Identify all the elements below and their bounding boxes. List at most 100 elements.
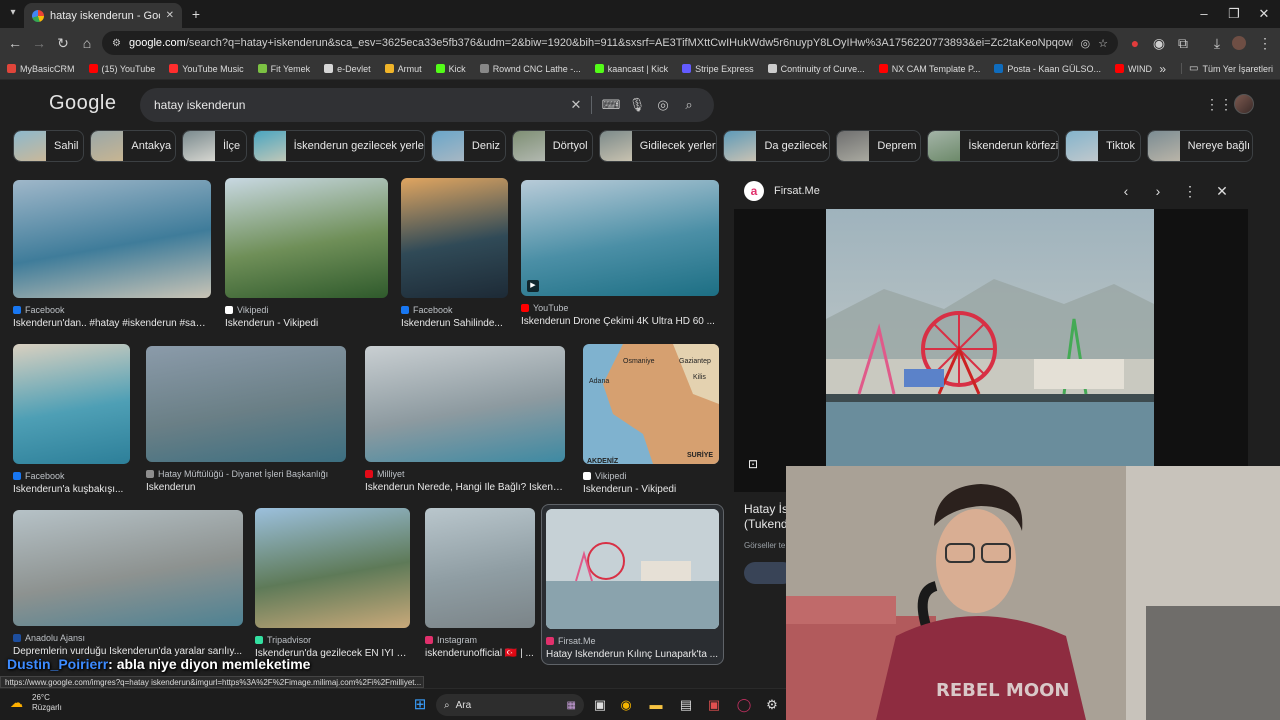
site-info-icon[interactable]: ⚙ [112,38,121,49]
result-thumbnail[interactable] [13,344,130,464]
result-thumbnail[interactable] [146,346,346,462]
result-thumbnail[interactable] [13,510,243,626]
back-icon[interactable]: ← [4,32,26,54]
result-source: YouTube [521,303,719,313]
app-ring-icon[interactable]: ◯ [734,695,754,715]
result-thumbnail[interactable] [13,180,211,298]
image-result[interactable]: Tripadvisor İskenderun'da gezilecek EN İY… [255,508,410,659]
windows-start-icon[interactable]: ⊞ [410,695,430,715]
bookmark-item[interactable]: kaancast | Kick [588,64,675,74]
result-thumbnail[interactable] [225,178,388,298]
bookmark-item[interactable]: Posta - Kaan GÜLSO... [987,64,1108,74]
result-thumbnail[interactable] [546,509,719,629]
forward-icon[interactable]: → [28,32,50,54]
account-avatar[interactable] [1234,94,1254,114]
result-thumbnail[interactable]: ▶ [521,180,719,296]
bookmark-item[interactable]: NX CAM Template P... [872,64,988,74]
result-title[interactable]: İskenderun [146,482,346,493]
preview-site-name[interactable]: Firsat.Me [774,185,820,197]
bookmark-item[interactable]: Kick [429,64,473,74]
bookmark-item[interactable]: Stripe Express [675,64,761,74]
svg-text:REBEL MOON: REBEL MOON [936,680,1070,701]
profile-icon[interactable] [1232,36,1246,50]
image-result[interactable]: Osmaniye Gaziantep Adana Kilis AKDENİZ SURİYE… [583,344,719,495]
image-result[interactable]: Firsat.Me Hatay İskenderun Kılınç Lunapar… [541,504,724,665]
result-title[interactable]: iskenderunofficial 🇹🇷 | ... [425,648,535,659]
download-icon[interactable]: ⤓ [1206,32,1228,54]
result-thumbnail[interactable]: Osmaniye Gaziantep Adana Kilis AKDENİZ SURİYE [583,344,719,464]
result-title[interactable]: Hatay İskenderun Kılınç Lunapark'ta ... [546,649,719,660]
search-highlight-icon: ▦ [566,699,576,711]
result-title[interactable]: İskenderun - Vikipedi [225,318,388,329]
chrome-icon[interactable]: ◉ [616,695,636,715]
weather-widget[interactable]: ☁ 26°C Rüzgarlı [10,693,62,713]
result-title[interactable]: İskenderun Nerede, Hangi İle Bağlı? İske… [365,482,565,493]
related-chip[interactable]: Da gezilecek [723,130,831,162]
browser-tab[interactable]: hatay iskenderun - Google'da Ara ✕ [24,3,182,28]
bookmark-star-icon[interactable]: ☆ [1098,37,1108,50]
image-result[interactable]: Vikipedi İskenderun - Vikipedi [225,178,388,329]
image-result[interactable]: Facebook İskenderun Sahilinde... [401,178,508,329]
result-thumbnail[interactable] [255,508,410,628]
image-result[interactable]: Facebook İskenderun'dan.. #hatay #iskende… [13,180,211,329]
image-result[interactable]: Hatay Müftülüğü - Diyanet İşleri Başkanl… [146,346,346,493]
result-title[interactable]: İskenderun'dan.. #hatay #iskenderun #sah… [13,318,211,329]
bookmark-item[interactable]: Armut [378,64,429,74]
result-thumbnail[interactable] [401,178,508,298]
taskbar-search[interactable]: ⌕ Ara ▦ [436,694,584,716]
new-tab-button[interactable]: + [188,5,204,23]
image-result[interactable]: Facebook İskenderun'a kuşbakışı... [13,344,130,495]
close-tab-icon[interactable]: ✕ [166,10,174,21]
extensions-puzzle-icon[interactable]: ⧉ [1172,32,1194,54]
result-title[interactable]: İskenderun'a kuşbakışı... [13,484,130,495]
previous-image-icon[interactable]: ‹ [1114,179,1138,203]
bookmark-item[interactable]: Rownd CNC Lathe -... [473,64,588,74]
result-title[interactable]: İskenderun Sahilinde... [401,318,508,329]
bookmark-item[interactable]: e-Devlet [317,64,378,74]
visual-search-icon[interactable]: ⊡ [748,457,764,473]
extension-red-icon[interactable]: ● [1124,32,1146,54]
home-icon[interactable]: ⌂ [76,32,98,54]
close-window-icon[interactable]: ✕ [1246,4,1280,24]
extension-circle-icon[interactable]: ◉ [1148,32,1170,54]
reload-icon[interactable]: ↻ [52,32,74,54]
bookmark-item[interactable]: (15) YouTube [82,64,163,74]
eye-off-icon[interactable]: ◎ [1081,37,1091,50]
bookmark-item[interactable]: MyBasicCRM [0,64,82,74]
bookmark-item[interactable]: WINDOWS İÇİN NX... [1108,64,1152,74]
address-bar[interactable]: ⚙ google.com/search?q=hatay+iskenderun&s… [102,31,1118,55]
result-title[interactable]: İskenderun Drone Çekimi 4K Ultra HD 60 .… [521,316,719,327]
app-icon[interactable]: ▤ [676,695,696,715]
bookmark-item[interactable]: Fit Yemek [251,64,318,74]
image-result[interactable]: ▶ YouTube İskenderun Drone Çekimi 4K Ultra… [521,180,719,327]
more-options-icon[interactable]: ⋮ [1178,179,1202,203]
related-chip[interactable]: Nereye bağlı [1146,130,1253,162]
source-favicon-icon [583,472,591,480]
related-chip[interactable]: Tiktok [1065,130,1141,162]
preview-title[interactable]: Hatay İs (Tukend [744,502,788,532]
image-result[interactable]: Anadolu Ajansı Depremlerin vurduğu İskend… [13,510,243,657]
all-bookmarks-button[interactable]: ▭ Tüm Yer İşaretleri [1181,63,1280,74]
firsat-favicon-icon: a [744,181,764,201]
result-title[interactable]: İskenderun - Vikipedi [583,484,719,495]
image-result[interactable]: Instagram iskenderunofficial 🇹🇷 | ... [425,508,535,659]
task-view-icon[interactable]: ▣ [590,695,610,715]
google-apps-icon[interactable]: ⋮⋮ [1205,96,1233,114]
next-image-icon[interactable]: › [1146,179,1170,203]
close-preview-icon[interactable]: ✕ [1210,179,1234,203]
result-thumbnail[interactable] [425,508,535,628]
related-chip[interactable]: İskenderun körfezi [927,130,1060,162]
app-settings-icon[interactable]: ⚙ [762,695,782,715]
bookmarks-overflow-button[interactable]: » [1152,62,1173,76]
result-thumbnail[interactable] [365,346,565,462]
preview-image[interactable] [734,209,1248,492]
file-explorer-icon[interactable]: ▬ [646,695,666,715]
bookmark-item[interactable]: Continuity of Curve... [761,64,872,74]
app-red-icon[interactable]: ▣ [704,695,724,715]
menu-kebab-icon[interactable]: ⋮ [1254,32,1276,54]
source-name: Facebook [25,471,65,481]
image-result[interactable]: Milliyet İskenderun Nerede, Hangi İle Bağ… [365,346,565,493]
tab-search-icon[interactable]: ▾ [6,6,20,20]
bookmark-item[interactable]: YouTube Music [162,64,250,74]
related-chip[interactable]: Deprem [836,130,922,162]
